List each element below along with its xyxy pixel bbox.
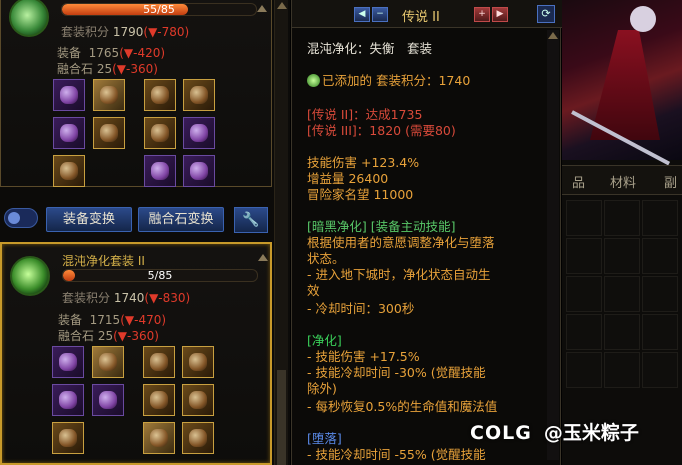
refresh-button[interactable]: ⟳: [537, 5, 555, 23]
inventory-slot[interactable]: [566, 314, 602, 350]
watermark-text: @玉米粽子: [543, 422, 639, 444]
character-portrait: [562, 0, 682, 166]
set-list-panel: 55/85 套装积分 1790(▼-780) 装备 1765(▼-420) 融合…: [0, 0, 290, 465]
inventory-slot[interactable]: [642, 352, 678, 388]
equip-slot[interactable]: [182, 346, 214, 378]
equip-slot[interactable]: [52, 346, 84, 378]
set-card-1[interactable]: 55/85 套装积分 1790(▼-780) 装备 1765(▼-420) 融合…: [0, 0, 272, 187]
tab-materials[interactable]: 材料: [610, 172, 636, 191]
inventory-slot[interactable]: [642, 238, 678, 274]
inventory-slot[interactable]: [642, 200, 678, 236]
inventory-slot[interactable]: [642, 314, 678, 350]
refresh-icon: ⟳: [541, 7, 551, 20]
tooltip-title: 传说 II: [402, 10, 440, 25]
scroll-thumb[interactable]: [277, 370, 286, 465]
skill-bullet: - 进入地下城时，净化状态自动生: [307, 267, 491, 282]
wrench-icon: 🔧: [242, 212, 260, 228]
fusion-score: 融合石 25(▼-360): [57, 62, 158, 76]
inventory-slot[interactable]: [642, 276, 678, 312]
equip-slot[interactable]: [92, 384, 124, 416]
equip-slot[interactable]: [53, 79, 85, 111]
tab-sub[interactable]: 副: [664, 172, 677, 191]
set-title: 混沌净化：失衡 套装: [307, 41, 433, 56]
set-symbol-icon: [307, 74, 320, 87]
stat-fame: 冒险家名望 11000: [307, 187, 414, 202]
left-scrollbar[interactable]: [274, 0, 288, 465]
colg-logo: COLG: [470, 422, 532, 444]
equip-score: 装备 1765(▼-420): [57, 46, 166, 60]
minus-button[interactable]: −: [372, 7, 388, 22]
character-panel: 品 材料 副: [562, 0, 682, 465]
settings-wrench-button[interactable]: 🔧: [234, 207, 268, 233]
fusion-swap-button[interactable]: 融合石变换: [138, 207, 224, 232]
chaos-rose-emblem-icon: [10, 256, 50, 296]
inventory-slot[interactable]: [566, 238, 602, 274]
equip-slot[interactable]: [93, 79, 125, 111]
tooltip-header: ◀ − 传说 II + ▶ ⟳: [292, 0, 562, 28]
equip-slot[interactable]: [183, 117, 215, 149]
equip-swap-button[interactable]: 装备变换: [46, 207, 132, 232]
set-progress-text: 55/85: [143, 3, 175, 16]
equip-slot[interactable]: [52, 422, 84, 454]
purify-bullet: 除外): [307, 381, 337, 396]
skill-bullet: 效: [307, 283, 320, 298]
set-score: 套装积分 1790(▼-780): [61, 25, 190, 39]
auto-toggle[interactable]: [4, 208, 38, 228]
inventory-tabs: 品 材料 副: [562, 165, 682, 195]
inventory-slot[interactable]: [566, 352, 602, 388]
collapse-arrow-icon[interactable]: [257, 5, 267, 12]
collapse-arrow-icon[interactable]: [258, 254, 268, 261]
set-progress-text: 5/85: [147, 269, 173, 282]
set-card-2[interactable]: 混沌净化套装 II 5/85 套装积分 1740(▼-830) 装备 1715(…: [0, 242, 272, 465]
equip-slot[interactable]: [144, 79, 176, 111]
plus-button[interactable]: +: [474, 7, 490, 22]
inventory-slot[interactable]: [604, 238, 640, 274]
tab-item[interactable]: 品: [572, 172, 585, 191]
set-progress-bar: 55/85: [61, 3, 257, 16]
prev-tier-button[interactable]: ◀: [354, 7, 370, 22]
set-progress-bar: 5/85: [62, 269, 258, 282]
equip-slot[interactable]: [183, 79, 215, 111]
watermark: COLG @玉米粽子: [470, 418, 639, 445]
equip-slot[interactable]: [93, 117, 125, 149]
equip-slot[interactable]: [144, 117, 176, 149]
scroll-up-icon[interactable]: [548, 32, 558, 39]
inventory-slot[interactable]: [604, 276, 640, 312]
equip-slot[interactable]: [143, 346, 175, 378]
equip-slot[interactable]: [182, 384, 214, 416]
equip-slot[interactable]: [92, 346, 124, 378]
scroll-up-icon[interactable]: [277, 2, 287, 9]
equip-slot[interactable]: [183, 155, 215, 187]
equip-slot[interactable]: [144, 155, 176, 187]
equip-slot[interactable]: [182, 422, 214, 454]
purify-bullet: - 每秒恢复0.5%的生命值和魔法值: [307, 399, 498, 414]
fall-bullet: - 技能冷却时间 -55% (觉醒技能: [307, 447, 486, 462]
equip-slot[interactable]: [53, 117, 85, 149]
set-score: 套装积分 1740(▼-830): [62, 291, 191, 305]
equip-slot[interactable]: [143, 422, 175, 454]
inventory-slot[interactable]: [566, 200, 602, 236]
inventory-slot[interactable]: [604, 352, 640, 388]
equip-slot[interactable]: [52, 384, 84, 416]
fusion-score: 融合石 25(▼-360): [58, 329, 159, 343]
set-emblem-icon: [9, 0, 49, 37]
set-tooltip: ◀ − 传说 II + ▶ ⟳ 混沌净化：失衡 套装 已添加的 套装积分：174…: [291, 0, 562, 465]
tier-legend-3: [传说 III]：1820 (需要80): [307, 123, 456, 138]
equip-slot[interactable]: [53, 155, 85, 187]
set-name: 混沌净化套装 II: [62, 254, 145, 268]
skill-bullet: - 冷却时间：300秒: [307, 301, 415, 316]
added-score: 已添加的 套装积分：1740: [307, 70, 470, 89]
inventory-slot[interactable]: [604, 314, 640, 350]
equip-score: 装备 1715(▼-470): [58, 313, 167, 327]
inventory-slot[interactable]: [604, 200, 640, 236]
inventory-slot[interactable]: [566, 276, 602, 312]
equip-slot[interactable]: [143, 384, 175, 416]
next-tier-button[interactable]: ▶: [492, 7, 508, 22]
tooltip-scrollbar[interactable]: [547, 30, 559, 460]
